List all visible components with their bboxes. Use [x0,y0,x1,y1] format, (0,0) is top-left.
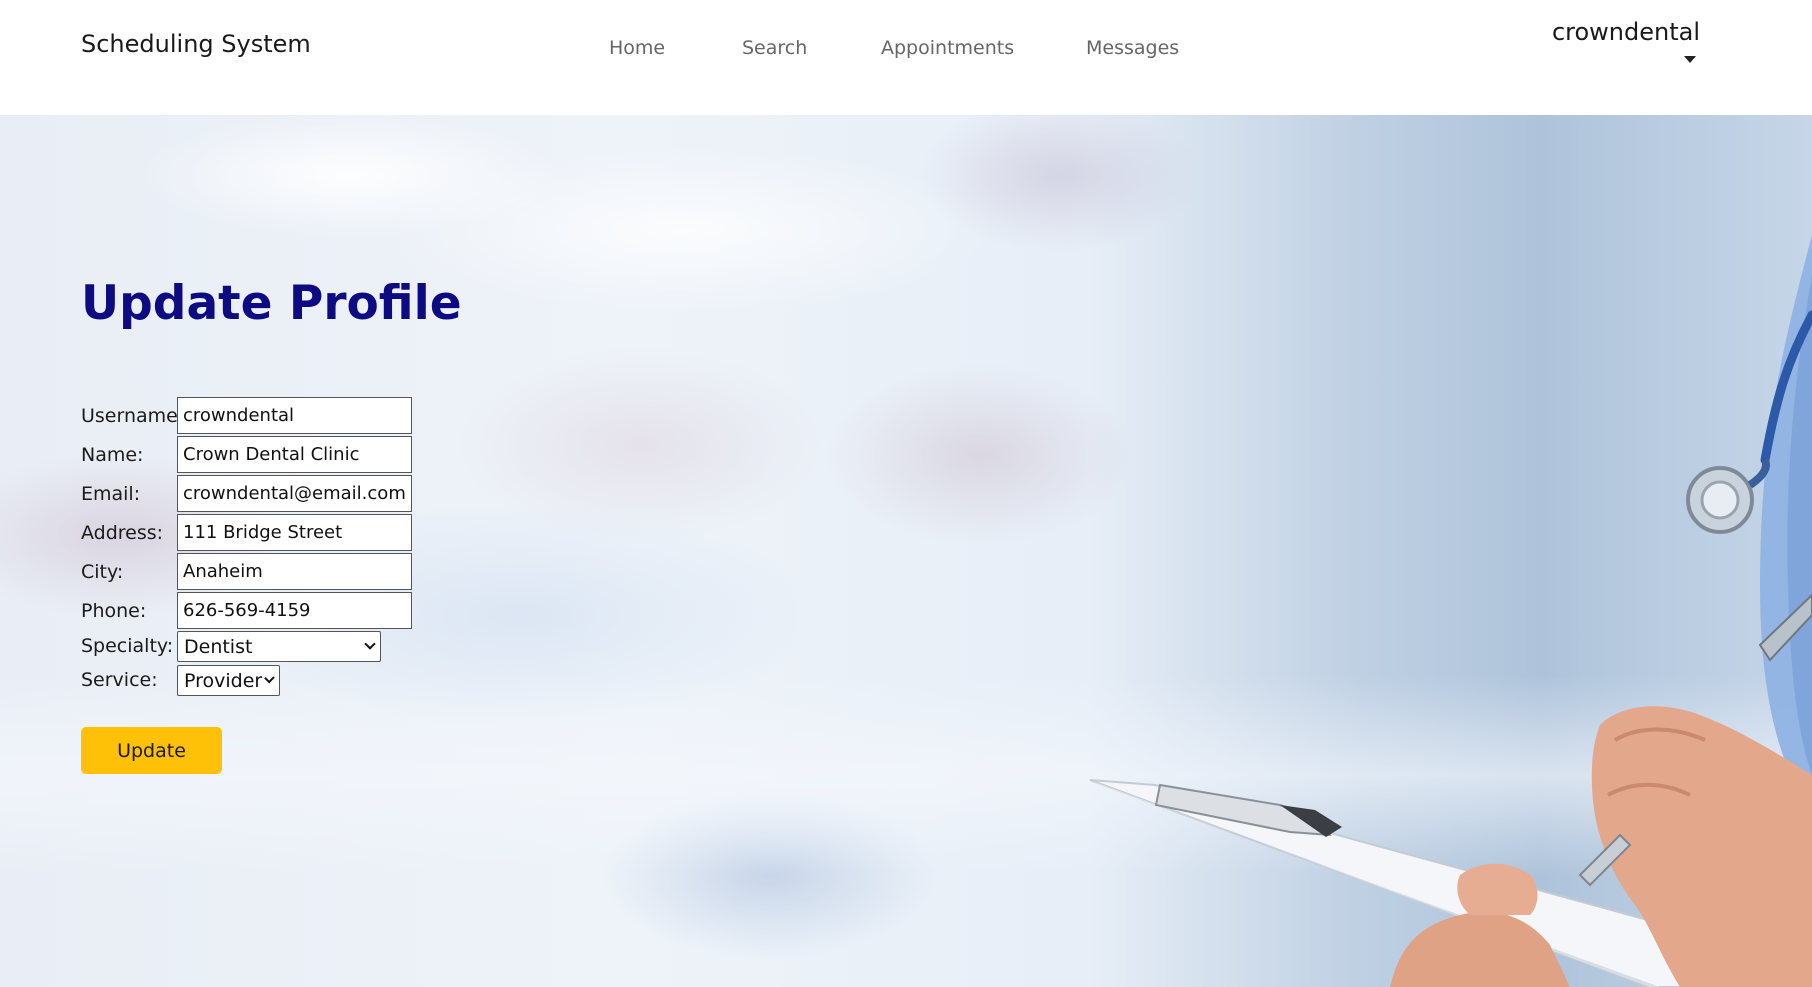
address-row: Address: [81,514,481,552]
address-input[interactable] [177,514,412,551]
service-selected-value: Provider [184,669,263,692]
phone-row: Phone: [81,592,481,630]
specialty-label: Specialty: [81,635,174,657]
page-title: Update Profile [81,276,462,331]
username-input[interactable] [177,397,412,434]
service-label: Service: [81,669,158,691]
service-select[interactable]: Provider [177,665,280,696]
email-input[interactable] [177,475,412,512]
nav-link-search[interactable]: Search [742,37,807,59]
brand-title[interactable]: Scheduling System [81,30,311,58]
address-label: Address: [81,522,164,544]
email-label: Email: [81,483,141,505]
user-name[interactable]: crowndental [1552,18,1700,46]
specialty-selected-value: Dentist [184,635,253,658]
update-button[interactable]: Update [81,727,222,774]
service-row: Service: Provider [81,665,481,703]
name-row: Name: [81,436,481,474]
specialty-select[interactable]: Dentist [177,631,381,662]
specialty-row: Specialty: Dentist [81,631,481,669]
nav-link-home[interactable]: Home [609,37,665,59]
hero-background: Update Profile Username: Name: Email: Ad… [0,115,1812,987]
name-label: Name: [81,444,144,466]
nav-link-appointments[interactable]: Appointments [881,37,1014,59]
top-navbar: Scheduling System Home Search Appointmen… [0,0,1812,115]
doctor-illustration [1089,235,1812,987]
chevron-down-icon [264,672,275,684]
email-row: Email: [81,475,481,513]
background-light-patch [380,145,1000,315]
city-input[interactable] [177,553,412,590]
phone-label: Phone: [81,600,147,622]
phone-input[interactable] [177,592,412,629]
chevron-down-icon [364,638,376,650]
caret-down-icon[interactable] [1684,56,1696,63]
username-label: Username: [81,405,185,427]
city-label: City: [81,561,124,583]
user-menu-dropdown[interactable]: crowndental [1552,18,1700,67]
name-input[interactable] [177,436,412,473]
username-row: Username: [81,397,481,435]
nav-link-messages[interactable]: Messages [1086,37,1179,59]
city-row: City: [81,553,481,591]
